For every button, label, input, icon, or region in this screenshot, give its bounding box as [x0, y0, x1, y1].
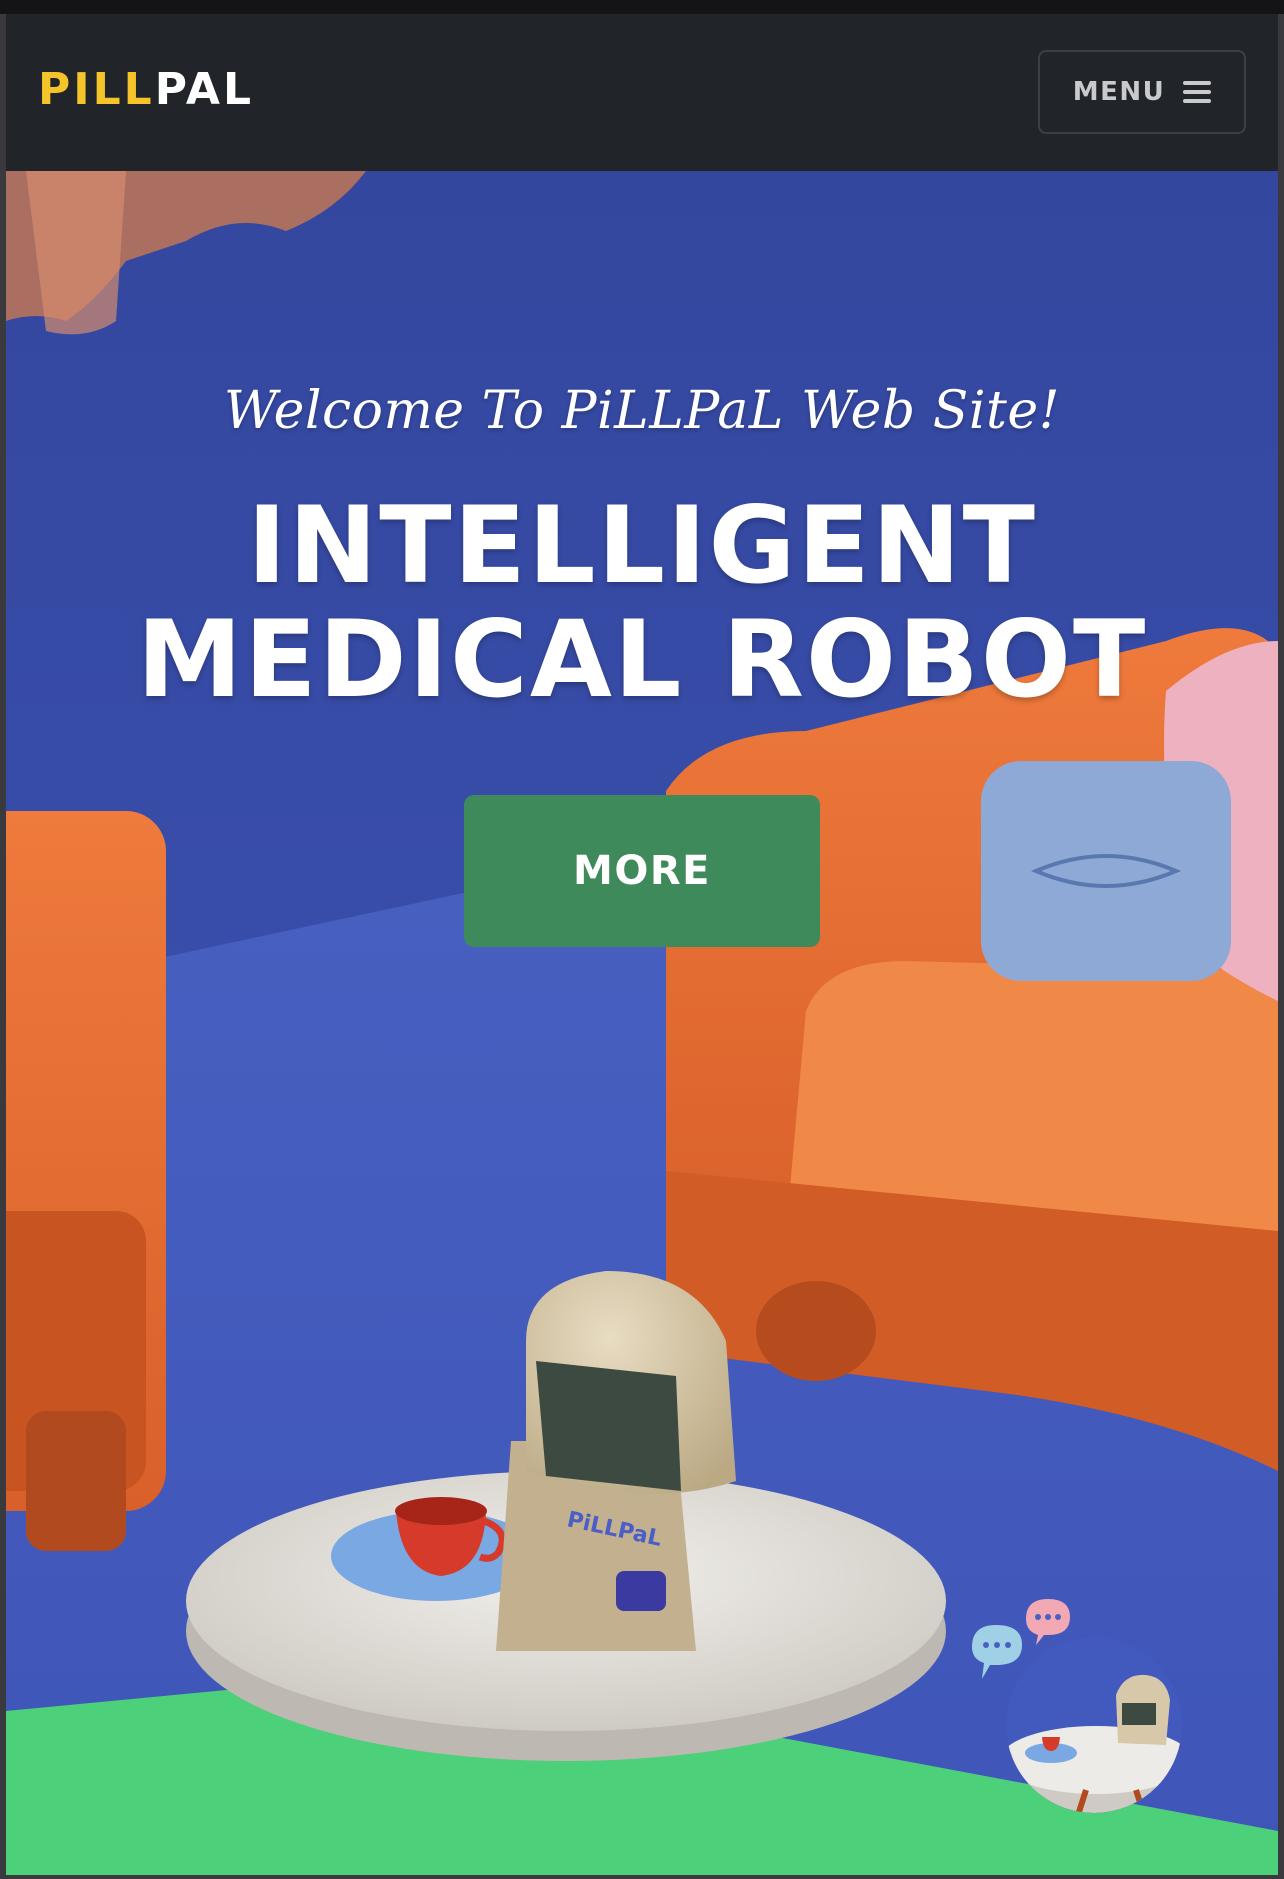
hamburger-icon: [1183, 81, 1212, 103]
hero-section: PiLLPaL Welcome To PiLLPaL Web Site! INT…: [6, 171, 1278, 1875]
chat-widget-launcher[interactable]: [966, 1585, 1206, 1815]
more-button[interactable]: MORE: [464, 795, 820, 947]
menu-button[interactable]: MENU: [1038, 50, 1246, 134]
logo-part-pal: PAL: [154, 64, 255, 115]
hero-headline: INTELLIGENT MEDICAL ROBOT: [6, 489, 1278, 717]
status-strip: [0, 0, 1284, 14]
logo-part-pill: PILL: [38, 64, 155, 115]
welcome-text: Welcome To PiLLPaL Web Site!: [223, 381, 1061, 441]
headline-line-1: INTELLIGENT: [247, 484, 1037, 607]
menu-label: MENU: [1072, 77, 1166, 107]
navbar: PILLPAL MENU: [6, 14, 1278, 171]
logo[interactable]: PILLPAL: [38, 64, 254, 115]
headline-line-2: MEDICAL ROBOT: [136, 598, 1148, 721]
